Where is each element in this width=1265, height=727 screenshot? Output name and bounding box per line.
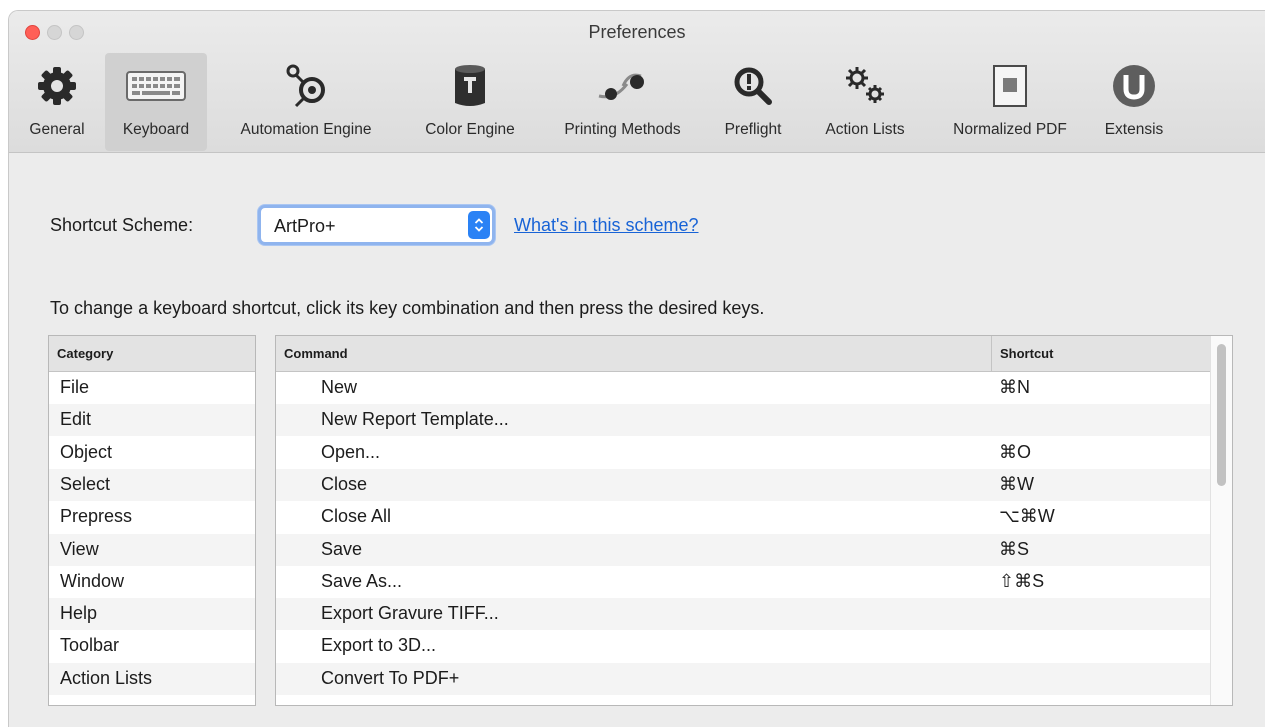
category-table: Category File Edit Object Select Prepress Vie… xyxy=(48,335,256,706)
action-lists-icon xyxy=(846,67,884,103)
category-label: Select xyxy=(60,473,111,494)
command-row[interactable]: Export to 3D... xyxy=(276,630,1210,662)
category-column-header[interactable]: Category xyxy=(49,336,255,372)
category-label: Help xyxy=(60,603,98,624)
command-name: Export to 3D... xyxy=(321,635,437,656)
tab-automation-engine-label: Automation Engine xyxy=(240,121,372,138)
automation-icon xyxy=(286,64,325,108)
category-row[interactable]: File xyxy=(49,372,255,404)
command-row[interactable]: New ⌘N xyxy=(276,372,1210,404)
command-row[interactable]: New Report Template... xyxy=(276,404,1210,437)
category-row[interactable]: View xyxy=(49,533,255,566)
tab-color-engine[interactable]: Color Engine xyxy=(402,53,538,151)
tab-extensis-label: Extensis xyxy=(1104,121,1164,138)
command-shortcut[interactable]: ⇧⌘S xyxy=(999,571,1044,592)
tab-keyboard[interactable]: Keyboard xyxy=(105,53,207,151)
category-label: Edit xyxy=(60,409,92,430)
instructions-text: To change a keyboard shortcut, click its… xyxy=(50,298,765,318)
normalized-pdf-icon xyxy=(993,65,1027,107)
printing-methods-icon xyxy=(598,73,644,100)
tab-normalized-pdf-label: Normalized PDF xyxy=(953,121,1067,138)
command-row[interactable]: Export Gravure TIFF... xyxy=(276,598,1210,631)
tab-automation-engine[interactable]: Automation Engine xyxy=(213,53,399,151)
category-label: Window xyxy=(60,570,125,591)
command-row[interactable]: Save ⌘S xyxy=(276,533,1210,566)
shortcut-scheme-value: ArtPro+ xyxy=(274,216,336,236)
category-row[interactable]: Object xyxy=(49,437,255,469)
whats-in-scheme-link[interactable]: What's in this scheme? xyxy=(514,215,699,236)
command-shortcut[interactable]: ⌥⌘W xyxy=(999,506,1055,527)
command-name: Close All xyxy=(321,506,392,527)
preflight-icon xyxy=(734,67,772,105)
shortcut-scheme-label: Shortcut Scheme: xyxy=(50,215,194,235)
tab-action-lists-label: Action Lists xyxy=(825,121,905,138)
command-row[interactable]: Open... ⌘O xyxy=(276,437,1210,469)
category-label: View xyxy=(60,538,99,559)
color-engine-icon xyxy=(455,65,485,106)
select-stepper-icon[interactable] xyxy=(468,211,490,239)
command-row[interactable]: Convert To PDF+ xyxy=(276,662,1210,695)
category-table-header: Category xyxy=(49,336,255,372)
command-row[interactable]: Save As... ⇧⌘S xyxy=(276,566,1210,598)
gear-icon xyxy=(38,67,76,105)
command-name: Close xyxy=(321,473,368,494)
tab-action-lists[interactable]: Action Lists xyxy=(803,53,927,151)
shortcut-column-header[interactable]: Shortcut xyxy=(992,336,1210,372)
category-row[interactable]: Window xyxy=(49,566,255,598)
category-row[interactable]: Action Lists xyxy=(49,662,255,695)
category-row[interactable]: Help xyxy=(49,598,255,631)
category-label: File xyxy=(60,377,90,397)
tab-general[interactable]: General xyxy=(15,53,99,151)
command-name: New Report Template... xyxy=(321,409,509,430)
command-name: Save xyxy=(321,538,363,559)
scrollbar-thumb[interactable] xyxy=(1217,344,1226,486)
tab-extensis[interactable]: Extensis xyxy=(1091,53,1177,151)
titlebar: Preferences General Keyboard Automation … xyxy=(9,11,1265,153)
category-row[interactable]: Select xyxy=(49,468,255,501)
command-table: Command Shortcut New ⌘N New Report Templat… xyxy=(275,335,1233,706)
command-table-header: Command Shortcut xyxy=(276,336,1210,372)
command-shortcut[interactable]: ⌘S xyxy=(999,539,1029,560)
category-row[interactable]: Toolbar xyxy=(49,630,255,662)
category-row[interactable]: Edit xyxy=(49,404,255,437)
tab-general-label: General xyxy=(29,121,85,138)
command-name: New xyxy=(321,377,358,397)
command-row[interactable]: Close All ⌥⌘W xyxy=(276,501,1210,533)
tab-keyboard-label: Keyboard xyxy=(122,121,190,138)
tab-printing-methods[interactable]: Printing Methods xyxy=(539,53,706,151)
command-shortcut[interactable]: ⌘W xyxy=(999,474,1034,495)
tab-preflight-label: Preflight xyxy=(724,121,782,138)
shortcut-scheme-select[interactable]: ArtPro+ xyxy=(258,205,495,245)
tab-color-engine-label: Color Engine xyxy=(425,121,515,138)
window-title: Preferences xyxy=(588,22,686,42)
category-label: Action Lists xyxy=(60,667,153,688)
preferences-window: Preferences General Keyboard Automation … xyxy=(8,10,1265,727)
command-table-scrollbar[interactable] xyxy=(1210,336,1232,705)
keyboard-preferences-pane: Shortcut Scheme: ArtPro+ What's in this … xyxy=(9,153,1265,727)
command-name: Convert To PDF+ xyxy=(321,667,460,688)
tab-preflight[interactable]: Preflight xyxy=(709,53,797,151)
tab-normalized-pdf[interactable]: Normalized PDF xyxy=(929,53,1091,151)
command-name: Export Gravure TIFF... xyxy=(321,603,499,624)
command-shortcut[interactable]: ⌘O xyxy=(999,442,1031,463)
category-label: Toolbar xyxy=(60,635,120,656)
category-label: Object xyxy=(60,441,113,462)
command-shortcut[interactable]: ⌘N xyxy=(999,377,1030,398)
command-name: Save As... xyxy=(321,570,403,591)
command-row[interactable]: Close ⌘W xyxy=(276,468,1210,501)
category-label: Prepress xyxy=(60,506,133,527)
command-column-header[interactable]: Command xyxy=(276,336,992,372)
keyboard-icon xyxy=(126,71,186,101)
command-name: Open... xyxy=(321,441,381,462)
category-row[interactable]: Prepress xyxy=(49,501,255,533)
extensis-icon xyxy=(1113,65,1155,107)
tab-printing-methods-label: Printing Methods xyxy=(564,121,681,138)
